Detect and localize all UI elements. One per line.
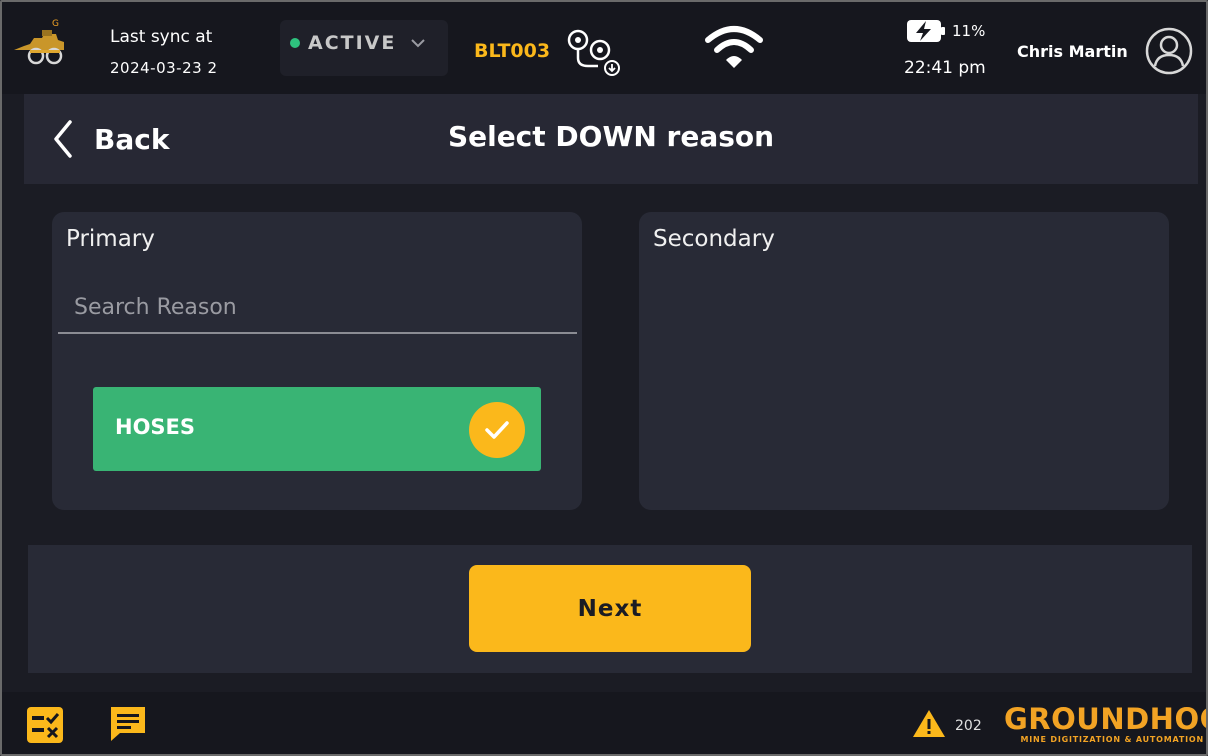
route-icon[interactable]: [564, 26, 626, 78]
secondary-reason-panel: Secondary: [639, 212, 1169, 510]
battery-percentage: 11%: [952, 22, 986, 40]
primary-reason-panel: Primary HOSES: [52, 212, 582, 510]
svg-text:G: G: [52, 19, 59, 29]
action-area: Next: [28, 545, 1192, 673]
clock-time: 22:41 pm: [904, 58, 986, 78]
groundhog-logo: GROUNDHOG MINE DIGITIZATION & AUTOMATION: [1004, 702, 1208, 744]
reason-item-label: HOSES: [115, 415, 196, 439]
next-button[interactable]: Next: [469, 565, 751, 652]
chevron-down-icon: [411, 39, 426, 48]
brand-name: GROUNDHOG: [1004, 702, 1208, 736]
primary-panel-title: Primary: [66, 226, 155, 252]
user-name: Chris Martin: [1017, 42, 1128, 61]
brand-tagline: MINE DIGITIZATION & AUTOMATION: [1020, 735, 1204, 744]
sync-label: Last sync at: [110, 27, 213, 47]
machine-logo-icon: G: [14, 19, 64, 65]
user-avatar-icon[interactable]: [1144, 26, 1194, 76]
status-dropdown[interactable]: ACTIVE: [280, 20, 448, 76]
top-status-bar: G Last sync at 2024-03-23 2 ACTIVE BLT00…: [2, 2, 1206, 94]
last-sync: Last sync at 2024-03-23 2: [110, 22, 217, 84]
app-frame: G Last sync at 2024-03-23 2 ACTIVE BLT00…: [0, 0, 1208, 756]
checkmark-icon: [469, 402, 525, 458]
sync-date: 2024-03-23 2: [110, 59, 218, 77]
chat-icon[interactable]: [108, 704, 148, 744]
status-indicator-dot: [290, 38, 300, 48]
secondary-panel-title: Secondary: [653, 226, 775, 252]
bottom-bar: 202 GROUNDHOG MINE DIGITIZATION & AUTOMA…: [2, 692, 1208, 754]
page-header: Back Select DOWN reason: [24, 94, 1198, 184]
wifi-icon: [705, 26, 763, 68]
warning-icon[interactable]: [912, 708, 946, 738]
search-reason-input[interactable]: [58, 282, 577, 334]
checklist-icon[interactable]: [26, 706, 64, 744]
battery-charging-icon: [907, 20, 945, 42]
warning-count: 202: [955, 718, 982, 734]
machine-id: BLT003: [474, 40, 551, 62]
page-title: Select DOWN reason: [447, 120, 775, 153]
reason-item-hoses[interactable]: HOSES: [93, 387, 541, 471]
status-text: ACTIVE: [308, 32, 397, 54]
